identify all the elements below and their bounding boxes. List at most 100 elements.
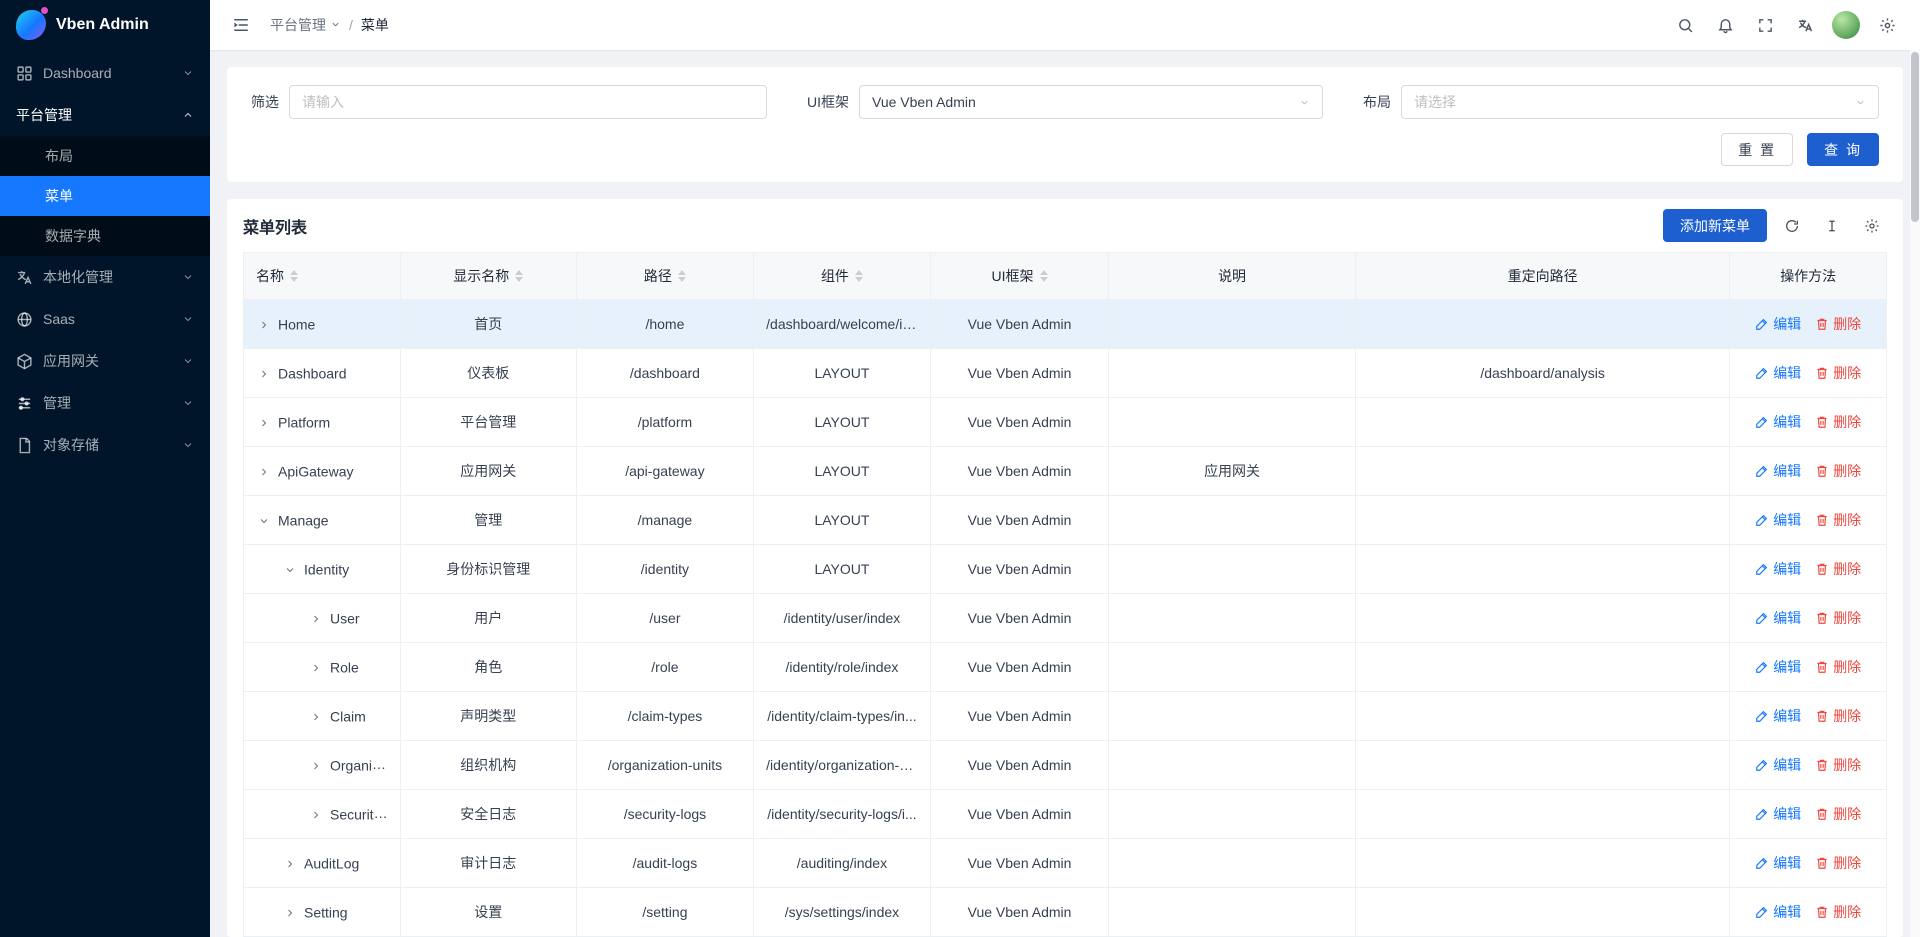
edit-button[interactable]: 编辑 bbox=[1755, 461, 1801, 481]
delete-button[interactable]: 删除 bbox=[1815, 559, 1861, 579]
delete-button[interactable]: 删除 bbox=[1815, 657, 1861, 677]
collapse-row-icon[interactable] bbox=[258, 515, 270, 527]
table-row[interactable]: Home首页/home/dashboard/welcome/in...Vue V… bbox=[244, 300, 1887, 349]
settings-gear-icon[interactable] bbox=[1870, 8, 1904, 42]
table-row[interactable]: Setting设置/setting/sys/settings/indexVue … bbox=[244, 888, 1887, 937]
breadcrumb-item-platform[interactable]: 平台管理 bbox=[270, 15, 341, 35]
expand-row-icon[interactable] bbox=[310, 662, 322, 674]
delete-button[interactable]: 删除 bbox=[1815, 461, 1861, 481]
sidebar-item-storage[interactable]: 对象存储 bbox=[0, 424, 210, 466]
cell-description bbox=[1109, 741, 1355, 790]
table-row[interactable]: Organiz...组织机构/organization-units/identi… bbox=[244, 741, 1887, 790]
collapse-row-icon[interactable] bbox=[284, 564, 296, 576]
user-avatar[interactable] bbox=[1832, 11, 1860, 39]
keyword-input[interactable] bbox=[289, 85, 767, 119]
column-label: 组件 bbox=[821, 266, 849, 286]
column-header-display_name[interactable]: 显示名称 bbox=[400, 253, 576, 300]
column-header-component[interactable]: 组件 bbox=[754, 253, 931, 300]
edit-button[interactable]: 编辑 bbox=[1755, 755, 1801, 775]
expand-row-icon[interactable] bbox=[258, 417, 270, 429]
scrollbar-thumb[interactable] bbox=[1911, 52, 1919, 222]
sort-icon[interactable] bbox=[1040, 270, 1048, 282]
cell-framework: Vue Vben Admin bbox=[930, 594, 1109, 643]
expand-row-icon[interactable] bbox=[310, 809, 322, 821]
ui-framework-select[interactable]: Vue Vben Admin bbox=[859, 85, 1323, 119]
sort-icon[interactable] bbox=[855, 270, 863, 282]
edit-button[interactable]: 编辑 bbox=[1755, 559, 1801, 579]
cell-path: /audit-logs bbox=[576, 839, 753, 888]
expand-row-icon[interactable] bbox=[310, 613, 322, 625]
column-header-framework[interactable]: UI框架 bbox=[930, 253, 1109, 300]
chevron-down-icon bbox=[1299, 97, 1310, 108]
edit-button[interactable]: 编辑 bbox=[1755, 902, 1801, 922]
reset-button[interactable]: 重 置 bbox=[1721, 133, 1793, 166]
table-settings-gear-icon[interactable] bbox=[1857, 211, 1887, 241]
sidebar-item-localization[interactable]: 本地化管理 bbox=[0, 256, 210, 298]
table-row[interactable]: Identity身份标识管理/identityLAYOUTVue Vben Ad… bbox=[244, 545, 1887, 594]
layout-select[interactable]: 请选择 bbox=[1401, 85, 1879, 119]
edit-button[interactable]: 编辑 bbox=[1755, 853, 1801, 873]
app-logo[interactable]: Vben Admin bbox=[0, 0, 210, 50]
notification-bell-icon[interactable] bbox=[1708, 8, 1742, 42]
column-header-path[interactable]: 路径 bbox=[576, 253, 753, 300]
sidebar-item-layout[interactable]: 布局 bbox=[0, 136, 210, 176]
table-row[interactable]: ApiGateway应用网关/api-gatewayLAYOUTVue Vben… bbox=[244, 447, 1887, 496]
expand-row-icon[interactable] bbox=[310, 760, 322, 772]
expand-row-icon[interactable] bbox=[310, 711, 322, 723]
add-menu-button[interactable]: 添加新菜单 bbox=[1663, 209, 1767, 242]
table-row[interactable]: Dashboard仪表板/dashboardLAYOUTVue Vben Adm… bbox=[244, 349, 1887, 398]
delete-button[interactable]: 删除 bbox=[1815, 363, 1861, 383]
delete-button[interactable]: 删除 bbox=[1815, 608, 1861, 628]
search-icon[interactable] bbox=[1668, 8, 1702, 42]
edit-button[interactable]: 编辑 bbox=[1755, 510, 1801, 530]
edit-button[interactable]: 编辑 bbox=[1755, 363, 1801, 383]
sidebar-item-dictionary[interactable]: 数据字典 bbox=[0, 216, 210, 256]
delete-button[interactable]: 删除 bbox=[1815, 804, 1861, 824]
delete-button[interactable]: 删除 bbox=[1815, 412, 1861, 432]
sidebar-item-dashboard[interactable]: Dashboard bbox=[0, 52, 210, 94]
edit-button[interactable]: 编辑 bbox=[1755, 657, 1801, 677]
table-row[interactable]: Platform平台管理/platformLAYOUTVue Vben Admi… bbox=[244, 398, 1887, 447]
table-row[interactable]: Manage管理/manageLAYOUTVue Vben Admin编辑删除 bbox=[244, 496, 1887, 545]
expand-row-icon[interactable] bbox=[258, 466, 270, 478]
sidebar-item-manage[interactable]: 管理 bbox=[0, 382, 210, 424]
cell-description bbox=[1109, 692, 1355, 741]
delete-button[interactable]: 删除 bbox=[1815, 706, 1861, 726]
expand-row-icon[interactable] bbox=[258, 319, 270, 331]
sidebar-item-platform[interactable]: 平台管理 bbox=[0, 94, 210, 136]
table-row[interactable]: Claim声明类型/claim-types/identity/claim-typ… bbox=[244, 692, 1887, 741]
delete-button[interactable]: 删除 bbox=[1815, 902, 1861, 922]
collapse-sidebar-icon[interactable] bbox=[226, 10, 256, 40]
sidebar-item-saas[interactable]: Saas bbox=[0, 298, 210, 340]
delete-button[interactable]: 删除 bbox=[1815, 755, 1861, 775]
edit-button[interactable]: 编辑 bbox=[1755, 706, 1801, 726]
expand-row-icon[interactable] bbox=[284, 858, 296, 870]
table-row[interactable]: Security...安全日志/security-logs/identity/s… bbox=[244, 790, 1887, 839]
row-height-icon[interactable] bbox=[1817, 211, 1847, 241]
sidebar-item-menu[interactable]: 菜单 bbox=[0, 176, 210, 216]
sort-icon[interactable] bbox=[515, 270, 523, 282]
fullscreen-icon[interactable] bbox=[1748, 8, 1782, 42]
sidebar-item-gateway[interactable]: 应用网关 bbox=[0, 340, 210, 382]
edit-button[interactable]: 编辑 bbox=[1755, 314, 1801, 334]
delete-button[interactable]: 删除 bbox=[1815, 510, 1861, 530]
delete-button[interactable]: 删除 bbox=[1815, 853, 1861, 873]
table-row[interactable]: Role角色/role/identity/role/indexVue Vben … bbox=[244, 643, 1887, 692]
sort-icon[interactable] bbox=[678, 270, 686, 282]
edit-button[interactable]: 编辑 bbox=[1755, 608, 1801, 628]
refresh-icon[interactable] bbox=[1777, 211, 1807, 241]
table-row[interactable]: AuditLog审计日志/audit-logs/auditing/indexVu… bbox=[244, 839, 1887, 888]
column-header-name[interactable]: 名称 bbox=[244, 253, 401, 300]
cell-component: /identity/user/index bbox=[754, 594, 931, 643]
expand-row-icon[interactable] bbox=[284, 907, 296, 919]
edit-button[interactable]: 编辑 bbox=[1755, 804, 1801, 824]
expand-row-icon[interactable] bbox=[258, 368, 270, 380]
vertical-scrollbar[interactable] bbox=[1910, 50, 1920, 937]
table-row[interactable]: User用户/user/identity/user/indexVue Vben … bbox=[244, 594, 1887, 643]
keyword-input-field[interactable] bbox=[302, 94, 754, 110]
edit-button[interactable]: 编辑 bbox=[1755, 412, 1801, 432]
delete-button[interactable]: 删除 bbox=[1815, 314, 1861, 334]
sort-icon[interactable] bbox=[290, 270, 298, 282]
query-button[interactable]: 查 询 bbox=[1807, 133, 1879, 166]
language-icon[interactable] bbox=[1788, 8, 1822, 42]
